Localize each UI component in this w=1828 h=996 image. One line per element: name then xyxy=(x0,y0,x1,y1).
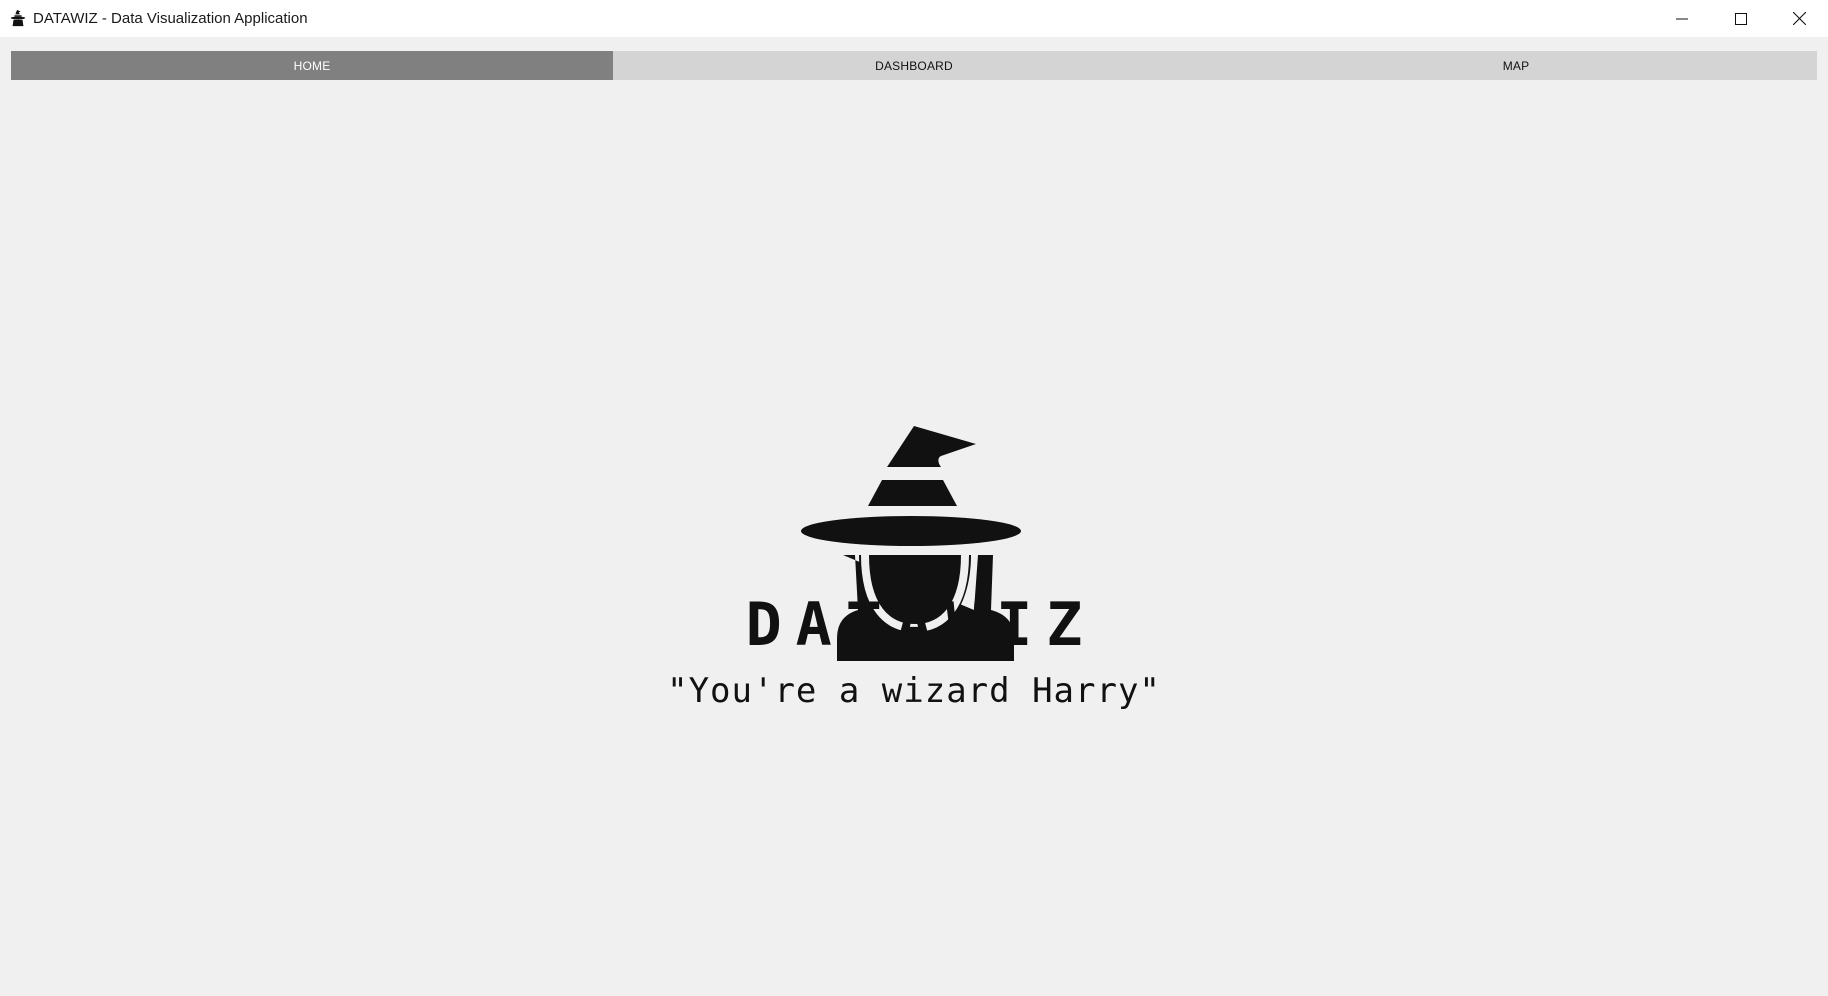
brand-name: DATAWIZ xyxy=(745,590,1097,660)
wizard-icon xyxy=(10,9,26,27)
tagline: "You're a wizard Harry" xyxy=(667,671,1161,711)
minimize-button[interactable] xyxy=(1653,0,1711,37)
home-panel: DATAWIZ "You're a wizard Harry" xyxy=(0,80,1828,996)
tab-dashboard[interactable]: DASHBOARD xyxy=(613,51,1215,80)
close-icon xyxy=(1792,12,1806,25)
tab-bar: HOME DASHBOARD MAP xyxy=(11,51,1817,80)
maximize-button[interactable] xyxy=(1712,0,1770,37)
minimize-icon xyxy=(1676,18,1688,19)
tab-map[interactable]: MAP xyxy=(1215,51,1817,80)
title-bar[interactable]: DATAWIZ - Data Visualization Application xyxy=(0,0,1828,37)
close-button[interactable] xyxy=(1770,0,1828,37)
app-window: DATAWIZ - Data Visualization Application… xyxy=(0,0,1828,996)
window-title: DATAWIZ - Data Visualization Application xyxy=(33,10,308,27)
tab-home[interactable]: HOME xyxy=(11,51,613,80)
maximize-icon xyxy=(1735,12,1747,25)
